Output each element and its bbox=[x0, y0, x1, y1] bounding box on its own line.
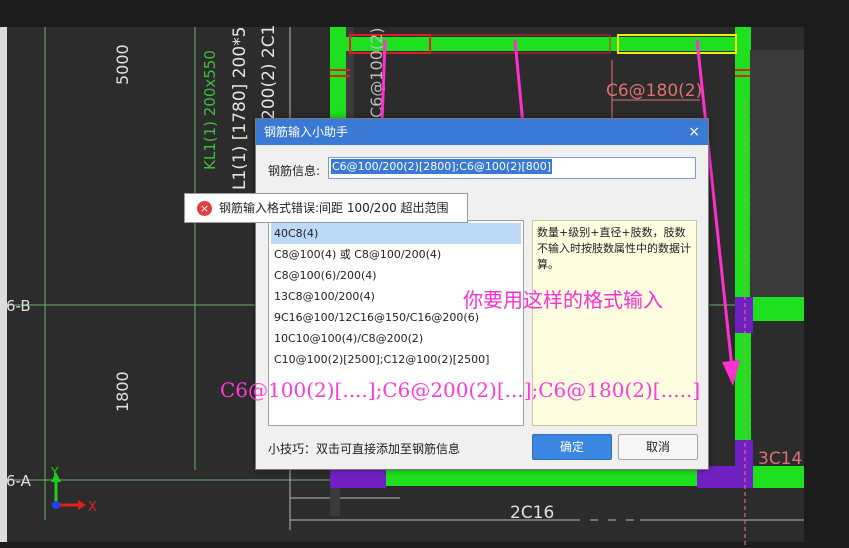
dim-1800-label: 1800 bbox=[113, 371, 132, 412]
list-item[interactable]: C8@100(4) 或 C8@100/200(4) bbox=[269, 244, 523, 265]
list-item[interactable]: 10C10@100(4)/C8@200(2) bbox=[269, 328, 523, 349]
rebar-3c14-label: 3C14 bbox=[758, 449, 802, 469]
list-item[interactable]: 40C8(4) bbox=[271, 223, 521, 244]
beam-label-l1: L1(1) [1780] 200*5 bbox=[230, 27, 250, 190]
annotation-format-example: C6@100(2)[....];C6@200(2)[...];C6@180(2)… bbox=[220, 378, 701, 402]
beam-label-2c1: 200(2) 2C1 bbox=[259, 25, 279, 120]
tip-text: 小技巧：双击可直接添加至钢筋信息 bbox=[268, 442, 461, 456]
axis-6b-label: 6-B bbox=[6, 297, 31, 315]
dialog-title: 钢筋输入小助手 bbox=[264, 125, 349, 139]
rebar-2c16-label: 2C16 bbox=[510, 503, 554, 523]
dim-5000-label: 5000 bbox=[113, 44, 132, 85]
beam-label-kl1: KL1(1) 200x550 bbox=[201, 50, 219, 170]
rebar-info-label: 钢筋信息: bbox=[268, 164, 321, 178]
rebar-info-selected-text: C6@100/200(2)[2800];C6@100(2)[800] bbox=[331, 159, 553, 174]
list-item[interactable]: C10@100(2)[2500];C12@100(2)[2500] bbox=[269, 349, 523, 370]
close-icon[interactable]: × bbox=[688, 119, 700, 145]
error-icon: × bbox=[197, 201, 212, 216]
error-message: 钢筋输入格式错误:间距 100/200 超出范围 bbox=[219, 201, 449, 215]
axis-6a-label: 6-A bbox=[6, 472, 32, 490]
cancel-button[interactable]: 取消 bbox=[618, 434, 698, 460]
rebar-c6-180-label: C6@180(2) bbox=[606, 81, 702, 101]
axis-x-label: X bbox=[88, 500, 97, 515]
rebar-info-input[interactable]: C6@100/200(2)[2800];C6@100(2)[800] bbox=[328, 157, 696, 179]
dialog-titlebar[interactable]: 钢筋输入小助手 × bbox=[256, 119, 708, 145]
axis-y-label: Y bbox=[50, 465, 59, 479]
list-item[interactable]: C8@100(6)/200(4) bbox=[269, 265, 523, 286]
annotation-hint: 你要用这样的格式输入 bbox=[463, 288, 663, 312]
ok-button[interactable]: 确定 bbox=[532, 434, 612, 460]
format-error-tooltip: × 钢筋输入格式错误:间距 100/200 超出范围 bbox=[184, 193, 468, 223]
